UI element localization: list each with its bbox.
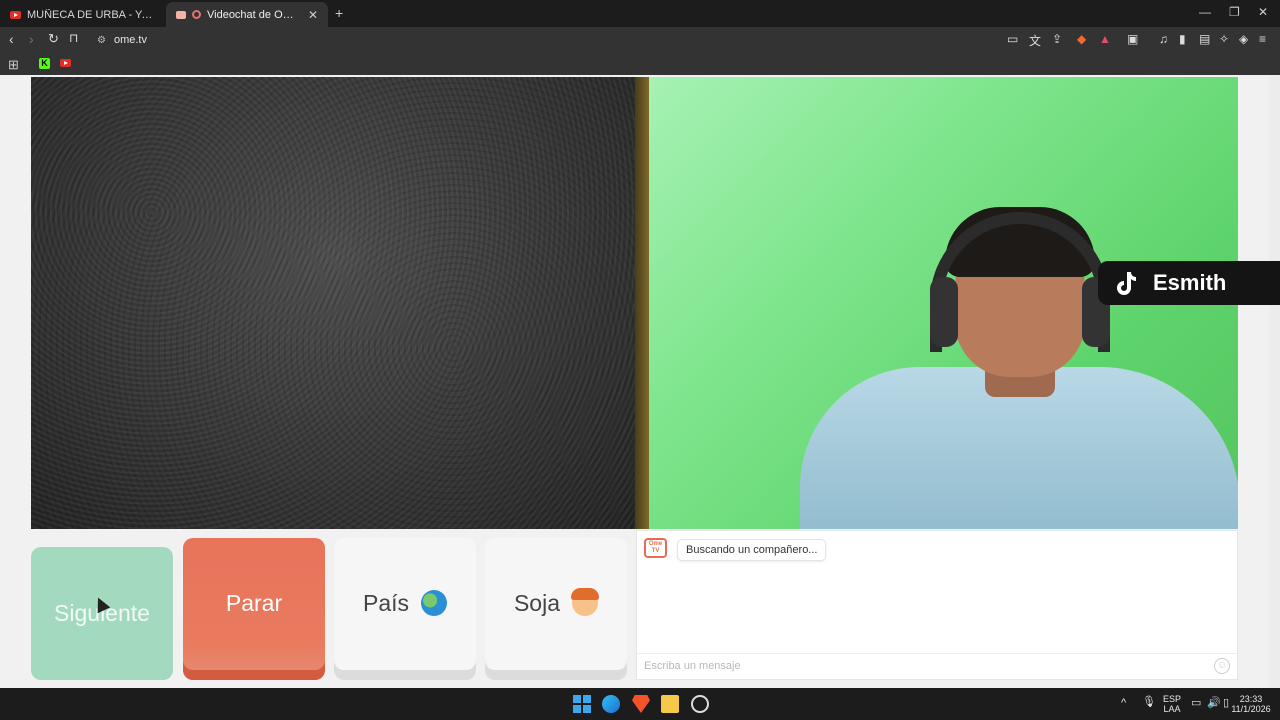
- address-bar-row: ‹ › ↻ ⊓ ⚙ ome.tv ▭ 文 ⇪ ◆ ▲ ▣ ♫ ▮ ▤ ✧ ◈ ≡: [0, 27, 1280, 53]
- gender-label: Soja: [513, 589, 561, 616]
- battery-icon[interactable]: ▯: [1223, 698, 1229, 709]
- ometv-favicon-icon: [176, 10, 186, 19]
- language-indicator[interactable]: ESP LAA: [1163, 694, 1181, 714]
- window-close-icon[interactable]: ✕: [1258, 5, 1268, 19]
- back-icon[interactable]: ‹: [9, 31, 14, 47]
- tab-youtube[interactable]: MUÑECA DE URBA - YouTube: [0, 2, 166, 27]
- headset-cup-left: [930, 277, 958, 347]
- gender-button[interactable]: Soja: [485, 538, 627, 680]
- share-icon[interactable]: ⇪: [1052, 32, 1062, 46]
- static-noise: [31, 77, 635, 529]
- overlay-username: Esmith: [1153, 270, 1227, 295]
- country-label: País: [362, 589, 410, 616]
- tab-title: MUÑECA DE URBA - YouTube: [27, 8, 156, 21]
- chatgpt-icon[interactable]: [691, 695, 709, 713]
- leo-icon[interactable]: ✧: [1219, 32, 1229, 46]
- brave-rewards-icon[interactable]: ▲: [1099, 32, 1111, 46]
- tab-strip: MUÑECA DE URBA - YouTube Videochat de Om…: [0, 0, 1280, 27]
- kick-bookmark-icon[interactable]: K: [39, 58, 50, 69]
- stop-button[interactable]: Parar: [183, 538, 325, 680]
- clock[interactable]: 23:33 11/1/2026: [1230, 694, 1272, 714]
- tiktok-overlay: Esmith: [1098, 261, 1280, 305]
- site-settings-icon[interactable]: ⚙: [97, 35, 106, 46]
- restore-icon[interactable]: ❐: [1229, 5, 1240, 19]
- vpn-icon[interactable]: ◈: [1239, 32, 1248, 46]
- youtube-icon: [10, 10, 21, 19]
- globe-icon: [421, 590, 448, 616]
- edge-icon[interactable]: [602, 695, 620, 713]
- scrollbar[interactable]: [1269, 75, 1280, 688]
- clock-date: 11/1/2026: [1231, 704, 1271, 714]
- brave-shields-icon[interactable]: ◆: [1077, 32, 1086, 46]
- next-button[interactable]: Siguiente: [31, 547, 173, 680]
- stop-label: Parar: [225, 589, 283, 616]
- status-message: Buscando un compañero...: [677, 539, 827, 561]
- apps-grid-icon[interactable]: ⊞: [8, 57, 19, 73]
- clock-time: 23:33: [1239, 694, 1263, 704]
- webcam-person: [780, 207, 1238, 529]
- volume-icon[interactable]: 🔊: [1207, 698, 1221, 709]
- new-tab-button[interactable]: +: [335, 5, 343, 21]
- microphone-icon[interactable]: 🎙: [1142, 697, 1156, 708]
- reload-icon[interactable]: ↻: [48, 31, 59, 47]
- media-icon[interactable]: ♫: [1159, 32, 1168, 46]
- door-frame: [635, 77, 649, 529]
- reader-icon[interactable]: ▣: [1127, 32, 1138, 46]
- forward-icon[interactable]: ›: [29, 31, 34, 47]
- url-text: ome.tv: [113, 34, 147, 46]
- tab-ometv[interactable]: Videochat de OmeTV — Alter ✕: [166, 2, 328, 27]
- emoji-icon[interactable]: ☺: [1214, 658, 1230, 674]
- language-layout: LAA: [1163, 704, 1181, 714]
- tab-title: Videochat de OmeTV — Alter: [207, 8, 302, 21]
- network-icon[interactable]: ▭: [1191, 698, 1201, 709]
- minimize-icon[interactable]: —: [1199, 5, 1211, 19]
- bookmarks-bar: [0, 53, 1280, 75]
- language-code: ESP: [1163, 694, 1182, 704]
- chat-input[interactable]: [637, 654, 1197, 678]
- boy-face-icon: [571, 588, 600, 616]
- menu-icon[interactable]: ≡: [1259, 32, 1266, 46]
- chat-panel: Ome TV Buscando un compañero... ☺: [636, 530, 1238, 680]
- file-explorer-icon[interactable]: [661, 695, 679, 713]
- recording-icon: [192, 10, 201, 19]
- tiktok-icon: [1117, 272, 1136, 295]
- partner-video: [31, 77, 635, 529]
- cast-icon[interactable]: ▭: [1007, 32, 1018, 46]
- youtube-bookmark-icon[interactable]: [60, 59, 71, 67]
- country-button[interactable]: País: [334, 538, 476, 680]
- chat-input-row: ☺: [637, 653, 1237, 679]
- windows-start-icon[interactable]: [573, 695, 591, 713]
- sidebar-icon[interactable]: ▮: [1179, 32, 1186, 46]
- translate-icon[interactable]: 文: [1029, 32, 1041, 49]
- tray-chevron-icon[interactable]: ^: [1121, 698, 1126, 709]
- bookmark-icon[interactable]: ⊓: [69, 31, 78, 45]
- ometv-logo-icon: Ome TV: [644, 538, 667, 558]
- close-tab-icon[interactable]: ✕: [308, 8, 318, 22]
- url-field[interactable]: ⚙ ome.tv: [91, 30, 994, 50]
- wallet-icon[interactable]: ▤: [1199, 32, 1210, 46]
